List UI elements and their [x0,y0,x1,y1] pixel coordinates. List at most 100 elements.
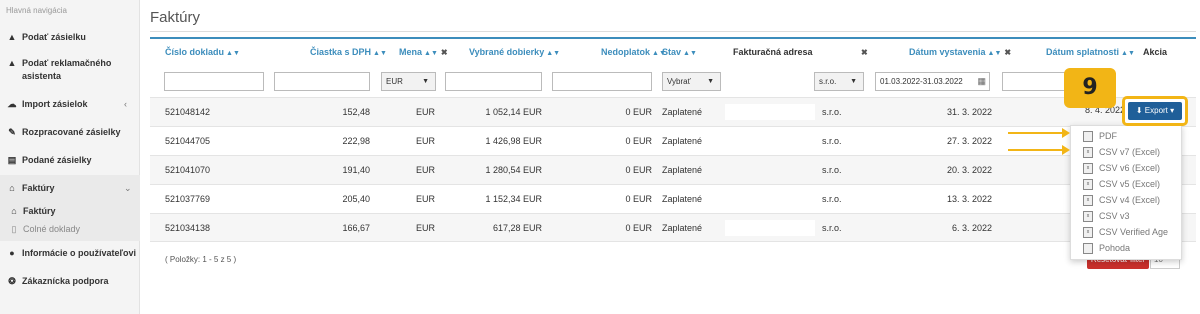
filter-status-select[interactable]: Vybrať ▼ [662,72,721,91]
sort-icon: ▲▼ [987,50,1002,57]
header-label: Mena [399,47,423,57]
export-option-pohoda[interactable]: Pohoda [1083,242,1130,254]
export-option-csv-v6[interactable]: x CSV v6 (Excel) [1083,162,1160,174]
sort-icon: ▲▼ [424,50,438,57]
filter-collected[interactable] [445,72,542,91]
column-header-issued[interactable]: Dátum vystavenia ▲▼ ✖ [909,47,1011,57]
export-option-csv-v4[interactable]: x CSV v4 (Excel) [1083,194,1160,206]
export-option-csv-v3[interactable]: x CSV v3 [1083,210,1130,222]
sidebar-item-informacie[interactable]: ● Informácie o používateľovi [6,247,136,260]
column-header-due[interactable]: Dátum splatnosti ▲▼ [1046,47,1135,57]
file-excel-icon: x [1083,194,1093,206]
sidebar-item-faktury[interactable]: ⌂ Faktúry ⌄ [6,182,134,195]
header-label: Fakturačná adresa [733,47,813,57]
table-row: 521037769 205,40 EUR 1 152,34 EUR 0 EUR … [150,184,1196,213]
sidebar-item-podpora[interactable]: ❂ Zákaznícka podpora [6,275,108,288]
divider [150,31,1196,32]
column-header-address: Fakturačná adresa [733,47,813,57]
export-button[interactable]: ⬇ Export ▾ [1128,102,1182,120]
cell-status: Zaplatené [662,194,703,204]
user-icon: ● [9,248,15,258]
sidebar-item-rozpracovane[interactable]: ✎ Rozpracované zásielky [6,126,121,139]
cell-currency: EUR [415,165,435,175]
header-label: Vybrané dobierky [469,47,545,57]
header-label: Stav [662,47,682,57]
sort-icon: ▲▼ [226,50,240,57]
truck-icon: ▲ [7,58,17,68]
sidebar-subitem-faktury[interactable]: ⌂ Faktúry [8,205,56,217]
sidebar-subitem-colne-doklady[interactable]: ▯ Colné doklady [8,223,81,235]
sidebar-item-podane[interactable]: ▤ Podané zásielky [6,154,92,167]
cell-currency: EUR [415,107,435,117]
filter-unpaid[interactable] [552,72,652,91]
sidebar-item-reklamacny-asistent[interactable]: ▲ Podať reklamačného asistenta [6,57,136,83]
cell-unpaid: 0 EUR [625,194,652,204]
header-label: Čiastka s DPH [310,47,372,57]
filter-currency-select[interactable]: EUR ▼ [381,72,436,91]
header-label: Dátum splatnosti [1046,47,1120,57]
header-label: Číslo dokladu [165,47,225,57]
clear-filter-icon[interactable]: ✖ [441,48,448,57]
caret-down-icon: ▼ [850,78,857,85]
caret-down-icon: ▾ [1167,106,1175,115]
option-label: CSV v7 (Excel) [1099,147,1161,157]
cloud-upload-icon: ☁ [7,99,17,109]
cell-company: s.r.o. [822,194,842,204]
document-icon: ▯ [11,224,17,234]
column-header-action: Akcia [1143,47,1167,57]
sidebar-item-label: Rozpracované zásielky [22,127,121,137]
edit-icon: ✎ [8,127,16,137]
column-header-currency[interactable]: Mena ▲▼ ✖ [399,47,448,57]
column-header-unpaid[interactable]: Nedoplatok ▲▼ [601,47,666,57]
export-option-csv-verified-age[interactable]: x CSV Verified Age [1083,226,1168,238]
sidebar-item-label: Informácie o používateľovi [22,248,136,258]
cell-status: Zaplatené [662,136,703,146]
cell-amount: 191,40 [342,165,370,175]
sidebar: Hlavná navigácia ▲ Podať zásielku ▲ Poda… [0,0,140,314]
cell-collected: 617,28 EUR [492,223,542,233]
option-label: CSV v3 [1099,211,1130,221]
cell-company: s.r.o. [822,107,842,117]
sidebar-subitem-label: Faktúry [23,206,56,216]
column-header-doc-number[interactable]: Číslo dokladu ▲▼ [165,47,240,57]
sort-icon: ▲▼ [683,50,697,57]
clear-address-filter[interactable]: ✖ [858,47,868,57]
cell-company: s.r.o. [822,223,842,233]
header-label: Akcia [1143,47,1168,57]
filter-company-select[interactable]: s.r.o. ▼ [814,72,864,91]
filter-doc-number[interactable] [164,72,264,91]
export-dropdown-menu: PDF x CSV v7 (Excel) x CSV v6 (Excel) x CSV… [1070,125,1182,260]
export-option-csv-v7[interactable]: x CSV v7 (Excel) [1083,146,1160,158]
cell-status: Zaplatené [662,107,703,117]
cell-status: Zaplatené [662,223,703,233]
option-label: CSV Verified Age [1099,227,1169,237]
cell-collected: 1 280,54 EUR [485,165,542,175]
sidebar-item-label: Podané zásielky [22,155,92,165]
sidebar-item-import-zasielok[interactable]: ☁ Import zásielok ‹ [6,98,134,111]
cell-amount: 222,98 [342,136,370,146]
clear-filter-icon[interactable]: ✖ [1004,48,1011,57]
cell-unpaid: 0 EUR [625,223,652,233]
cell-issued: 27. 3. 2022 [946,136,992,146]
select-value: Vybrať [667,77,691,86]
cell-doc: 521048142 [165,107,211,117]
select-value: s.r.o. [819,77,837,86]
file-excel-icon: x [1083,226,1093,238]
column-header-collected[interactable]: Vybrané dobierky ▲▼ [469,47,560,57]
export-option-pdf[interactable]: PDF [1083,130,1117,142]
filter-issued-date-range[interactable]: 01.03.2022-31.03.2022 ▦ [875,72,990,91]
cell-amount: 205,40 [342,194,370,204]
column-header-amount[interactable]: Čiastka s DPH ▲▼ [310,47,387,57]
cell-unpaid: 0 EUR [625,165,652,175]
filter-amount[interactable] [274,72,370,91]
option-label: CSV v5 (Excel) [1099,179,1161,189]
calendar-icon[interactable]: ▦ [977,73,986,90]
cell-doc: 521041070 [165,165,211,175]
sidebar-item-podat-zasielku[interactable]: ▲ Podať zásielku [6,31,86,44]
column-header-status[interactable]: Stav ▲▼ [662,47,697,57]
support-icon: ❂ [8,276,16,286]
cell-issued: 13. 3. 2022 [946,194,992,204]
sidebar-subitem-label: Colné doklady [23,224,81,234]
export-option-csv-v5[interactable]: x CSV v5 (Excel) [1083,178,1160,190]
file-excel-icon: x [1083,210,1093,222]
